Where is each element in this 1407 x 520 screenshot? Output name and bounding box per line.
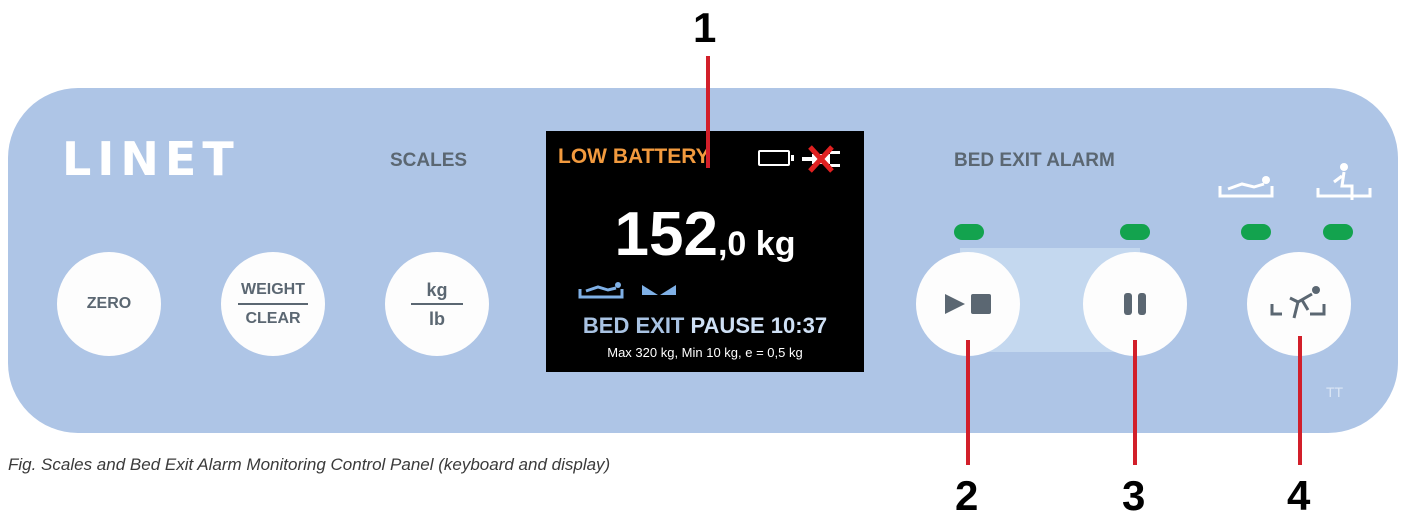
bed-exit-alarm-label: BED EXIT ALARM <box>954 150 1115 171</box>
low-battery-warning: LOW BATTERY <box>558 145 710 168</box>
unit-toggle-button[interactable]: kg lb <box>385 252 489 356</box>
display-mode-icons <box>578 282 676 299</box>
zero-button[interactable]: ZERO <box>57 252 161 356</box>
weight-readout: 152,0 kg <box>546 203 864 283</box>
plug-crossed-icon <box>802 145 840 173</box>
patient-sitting-icon <box>1316 163 1372 200</box>
callout-2: 2 <box>955 472 979 519</box>
patient-lying-icon <box>578 282 624 299</box>
divider <box>411 302 463 305</box>
status-mode: PAUSE <box>690 313 765 338</box>
patient-exiting-icon <box>1270 286 1326 319</box>
zero-label: ZERO <box>86 295 132 312</box>
pause-icon <box>1124 293 1146 315</box>
led-indicator-2 <box>1120 224 1150 240</box>
unit-lb-label: lb <box>429 308 445 329</box>
weight-clear-button[interactable]: WEIGHT CLEAR <box>221 252 325 356</box>
battery-icon <box>758 150 794 166</box>
callout-1-line <box>706 56 710 168</box>
bed-exit-status: BED EXIT PAUSE 10:37 <box>546 313 864 339</box>
scale-display: LOW BATTERY 152,0 kg BED EXIT PAUSE 10:3… <box>546 131 864 372</box>
unit-kg-label: kg <box>426 279 448 300</box>
scale-spec: Max 320 kg, Min 10 kg, e = 0,5 kg <box>607 345 803 360</box>
weight-label: WEIGHT <box>241 280 305 298</box>
callout-3-line <box>1133 340 1137 465</box>
linet-logo: LINET <box>62 132 240 186</box>
status-time: 10:37 <box>770 313 828 338</box>
weight-integer: 152 <box>614 200 718 269</box>
scales-label: SCALES <box>390 150 468 171</box>
callout-4: 4 <box>1287 472 1311 519</box>
callout-2-line <box>966 340 970 465</box>
clear-label: CLEAR <box>245 309 301 327</box>
callout-4-line <box>1298 336 1302 465</box>
divider <box>238 302 308 305</box>
watermark: TT <box>1326 384 1344 400</box>
callout-1: 1 <box>693 4 717 51</box>
callout-3: 3 <box>1122 472 1146 519</box>
weight-decimal-unit: ,0 kg <box>717 225 796 263</box>
status-bed-exit: BED EXIT <box>582 313 685 338</box>
figure-caption: Fig. Scales and Bed Exit Alarm Monitorin… <box>8 455 611 474</box>
play-stop-icon <box>945 294 991 314</box>
led-indicator-4 <box>1323 224 1353 240</box>
bed-angle-icon <box>642 285 676 295</box>
led-indicator-3 <box>1241 224 1271 240</box>
led-indicator-1 <box>954 224 984 240</box>
patient-lying-icon <box>1218 176 1274 198</box>
